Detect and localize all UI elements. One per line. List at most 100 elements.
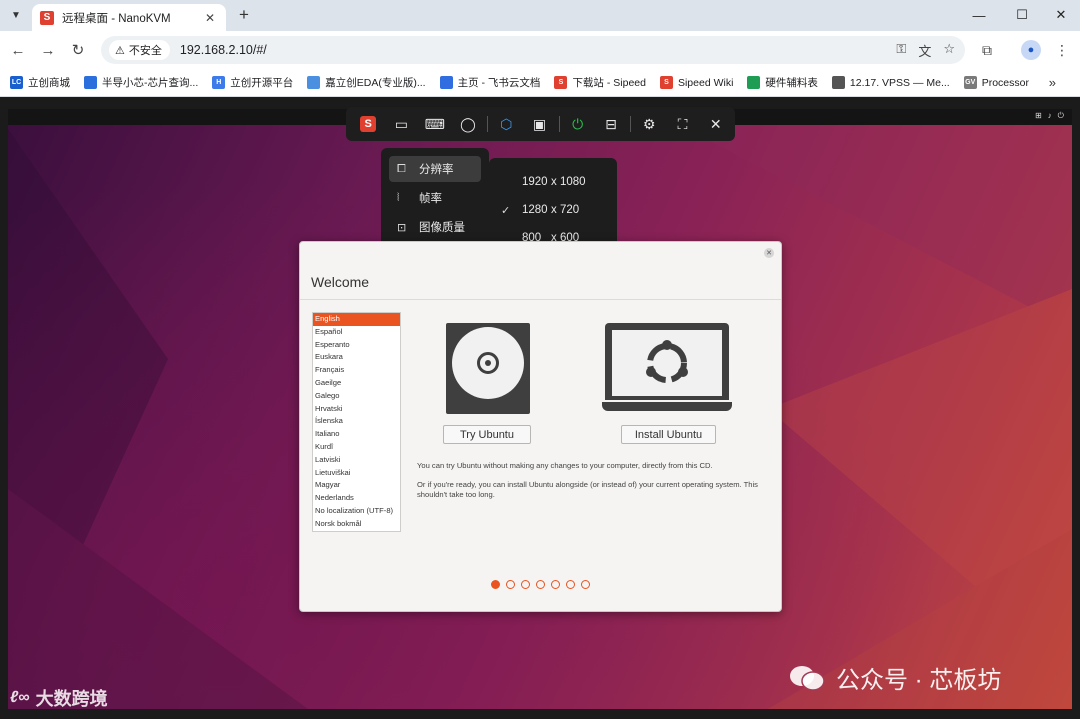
bookmark-item[interactable]: S 下载站 - Sipeed (554, 75, 646, 90)
network-icon[interactable]: ⊞ (1035, 111, 1042, 121)
bookmarks-overflow-icon[interactable]: » (1049, 75, 1056, 90)
bookmark-label: 立创商城 (28, 77, 70, 89)
language-list[interactable]: English Español Esperanto Euskara Français Ga… (312, 312, 401, 532)
bookmark-item[interactable]: 半导小芯-芯片查询... (84, 75, 198, 90)
bookmark-favicon-icon: S (554, 76, 568, 89)
resolution-height: x 1080 (551, 176, 586, 188)
back-icon[interactable]: ← (7, 39, 29, 61)
tab-search-chevron-icon[interactable]: ▼ (6, 5, 26, 25)
fullscreen-icon[interactable]: ⛶ (668, 111, 696, 137)
menu-item-resolution[interactable]: ⧠ 分辨率 (389, 156, 481, 182)
language-item[interactable]: Nederlands (313, 492, 400, 505)
bookmark-item[interactable]: LC 立创商城 (10, 75, 70, 90)
forward-icon[interactable]: → (37, 39, 59, 61)
profile-avatar-icon[interactable]: ● (1021, 40, 1041, 60)
checkmark-icon: ✓ (501, 204, 511, 217)
storage-icon[interactable]: ⊟ (597, 111, 625, 137)
language-item[interactable]: Hrvatski (313, 403, 400, 416)
tab-close-icon[interactable]: ✕ (202, 11, 218, 25)
url-text[interactable]: 192.168.2.10/#/ (180, 43, 267, 57)
bookmark-item[interactable]: H 立创开源平台 (212, 75, 293, 90)
language-item[interactable]: Español (313, 326, 400, 339)
language-item[interactable]: Latviski (313, 454, 400, 467)
monitor-icon[interactable]: ▭ (387, 111, 415, 137)
language-item[interactable]: English (313, 313, 400, 326)
bookmark-label: 硬件辅料表 (765, 77, 818, 89)
package-icon[interactable]: ⬡ (492, 111, 520, 137)
translate-icon[interactable]: 文 (918, 41, 931, 60)
page-dot[interactable] (566, 580, 575, 589)
language-item[interactable]: Kurdî (313, 441, 400, 454)
bookmark-label: 下载站 - Sipeed (572, 77, 646, 89)
bookmark-label: 12.17. VPSS — Me... (849, 76, 950, 89)
language-item[interactable]: Norsk bokmål (313, 518, 400, 531)
bookmark-item[interactable]: 12.17. VPSS — Me... (831, 76, 950, 89)
address-bar-row: ← → ↻ ⚠ 不安全 192.168.2.10/#/ ⚿ 文 ☆ ⧉ ● ⋮ (0, 31, 1080, 69)
mouse-icon[interactable]: ◯ (454, 111, 482, 137)
framerate-icon: ⦚ (397, 191, 400, 204)
system-power-icon[interactable]: ⏻ (1058, 111, 1064, 121)
try-ubuntu-button[interactable]: Try Ubuntu (443, 425, 531, 444)
power-icon[interactable]: ⏻ (564, 111, 592, 137)
bookmark-item[interactable]: S Sipeed Wiki (659, 76, 733, 89)
language-item[interactable]: Esperanto (313, 339, 400, 352)
watermark-right: 公众号 · 芯板坊 (788, 660, 1001, 695)
language-item[interactable]: Íslenska (313, 415, 400, 428)
ubuntu-logo-icon (646, 340, 688, 383)
language-item[interactable]: Euskara (313, 351, 400, 364)
installer-title: Welcome (311, 274, 370, 290)
bookmark-favicon-icon: S (659, 76, 673, 89)
divider (300, 299, 781, 300)
laptop-base (602, 402, 732, 411)
menu-item-image-quality[interactable]: ⊡ 图像质量 (389, 214, 481, 240)
resolution-option[interactable]: 1920 x 1080 (489, 168, 617, 196)
extensions-icon[interactable]: ⧉ (977, 40, 997, 60)
page-dot[interactable] (536, 580, 545, 589)
bookmark-item[interactable]: GV Processor (963, 76, 1029, 89)
minimize-icon[interactable]: — (964, 4, 994, 26)
bookmark-star-icon[interactable]: ☆ (943, 41, 955, 60)
window-close-icon[interactable]: ✕ (1046, 4, 1076, 26)
keyboard-icon[interactable]: ⌨ (421, 111, 449, 137)
menu-item-framerate[interactable]: ⦚ 帧率 (389, 185, 481, 211)
language-item[interactable]: Français (313, 364, 400, 377)
language-item[interactable]: Lietuviškai (313, 467, 400, 480)
install-ubuntu-button[interactable]: Install Ubuntu (621, 425, 716, 444)
new-tab-button[interactable]: + (234, 5, 254, 25)
language-item[interactable]: No localization (UTF-8) (313, 505, 400, 518)
page-dot[interactable] (491, 580, 500, 589)
menu-item-label: 图像质量 (419, 222, 465, 234)
page-dot[interactable] (551, 580, 560, 589)
language-item[interactable]: Italiano (313, 428, 400, 441)
bookmark-favicon-icon (831, 76, 845, 89)
resolution-height: x 720 (551, 204, 580, 216)
volume-icon[interactable]: ♪ (1048, 111, 1052, 121)
maximize-icon[interactable]: ☐ (1007, 4, 1037, 26)
page-dot[interactable] (581, 580, 590, 589)
more-menu-icon[interactable]: ⋮ (1052, 40, 1072, 60)
security-chip[interactable]: ⚠ 不安全 (109, 40, 170, 60)
bookmark-item[interactable]: 嘉立创EDA(专业版)... (307, 75, 426, 90)
nanokvm-logo-icon[interactable]: S (354, 111, 382, 137)
installer-close-icon[interactable]: ✕ (764, 248, 774, 258)
bookmark-label: 半导小芯-芯片查询... (102, 77, 199, 89)
bookmarks-bar: LC 立创商城 半导小芯-芯片查询... H 立创开源平台 嘉立创EDA(专业版)... 主… (0, 69, 1080, 97)
page-indicator (491, 580, 590, 589)
image-quality-icon: ⊡ (397, 221, 407, 234)
terminal-icon[interactable]: ▣ (525, 111, 553, 137)
language-item[interactable]: Gaeilge (313, 377, 400, 390)
page-dot[interactable] (521, 580, 530, 589)
language-item[interactable]: Magyar (313, 479, 400, 492)
resolution-option[interactable]: ✓ 1280 x 720 (489, 196, 617, 224)
password-key-icon[interactable]: ⚿ (896, 41, 906, 60)
close-icon[interactable]: ✕ (702, 111, 730, 137)
browser-tab-active[interactable]: S 远程桌面 - NanoKVM ✕ (32, 4, 226, 31)
omnibox[interactable]: ⚠ 不安全 192.168.2.10/#/ ⚿ 文 ☆ (101, 36, 965, 64)
wechat-icon (790, 665, 825, 691)
page-dot[interactable] (506, 580, 515, 589)
settings-icon[interactable]: ⚙ (635, 111, 663, 137)
bookmark-item[interactable]: 主页 - 飞书云文档 (439, 75, 540, 90)
language-item[interactable]: Galego (313, 390, 400, 403)
reload-icon[interactable]: ↻ (67, 39, 89, 61)
bookmark-item[interactable]: 硬件辅料表 (747, 75, 818, 90)
